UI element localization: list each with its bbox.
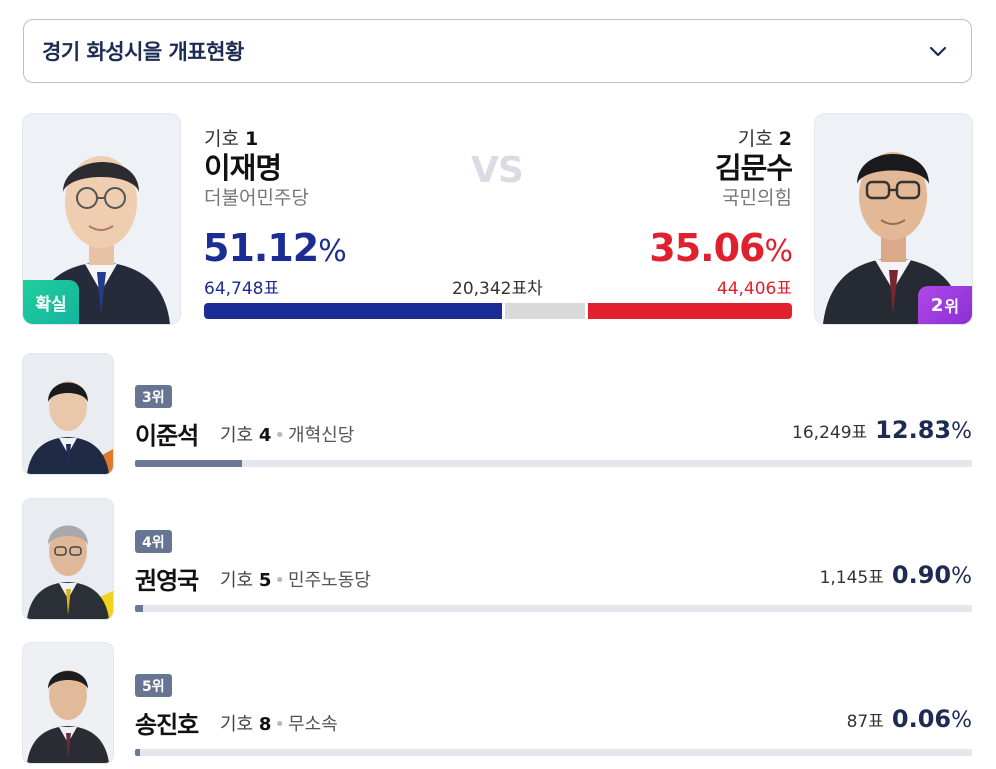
rank-chip: 5위 xyxy=(135,674,172,697)
bar-segment-gap xyxy=(504,303,585,319)
candidate-result: 1,145표 0.90% xyxy=(819,561,972,589)
confirmed-badge: 확실 xyxy=(23,280,79,324)
candidate-photo-right: 2위 xyxy=(815,114,972,324)
candidate-meta: 기호 5 • 민주노동당 xyxy=(220,570,371,591)
candidate-party: 국민의힘 xyxy=(722,187,792,209)
rank-badge: 2위 xyxy=(918,286,972,324)
vote-share-bar xyxy=(135,460,972,467)
candidate-number: 기호 1 xyxy=(204,128,259,150)
candidate-name: 이재명 xyxy=(204,151,282,185)
region-select[interactable]: 경기 화성시을 개표현황 xyxy=(23,19,972,83)
vote-share-bar xyxy=(135,605,972,612)
vote-percentage-right: 35.06% xyxy=(649,226,793,270)
vote-count-left: 64,748표 xyxy=(204,279,280,299)
candidate-name: 이준석 xyxy=(135,422,199,450)
bar-segment-right xyxy=(587,303,792,319)
candidate-photo xyxy=(23,499,113,619)
rank-chip: 4위 xyxy=(135,530,172,553)
candidate-number: 기호 2 xyxy=(737,128,792,150)
candidate-photo xyxy=(23,643,113,763)
head-to-head-bar xyxy=(204,303,792,319)
candidate-photo-left: 확실 xyxy=(23,114,180,324)
candidate-name: 송진호 xyxy=(135,711,199,739)
vote-share-fill xyxy=(135,749,141,756)
vs-label: VS xyxy=(471,150,524,191)
vote-percentage-left: 51.12% xyxy=(203,226,347,270)
candidate-result: 16,249표 12.83% xyxy=(792,416,972,444)
region-label: 경기 화성시을 개표현황 xyxy=(42,40,244,64)
candidate-party: 더불어민주당 xyxy=(204,187,309,209)
vote-count-right: 44,406표 xyxy=(716,279,792,299)
candidate-name: 권영국 xyxy=(135,567,199,595)
vote-share-bar xyxy=(135,749,972,756)
candidate-result: 87표 0.06% xyxy=(846,705,972,733)
vote-share-fill xyxy=(135,460,243,467)
candidate-info-right: 기호 2 김문수 국민의힘 xyxy=(714,124,793,211)
rank-chip: 3위 xyxy=(135,385,172,408)
candidate-row[interactable]: 5위 송진호 기호 8 • 무소속 87표 0.06% xyxy=(23,643,972,763)
candidate-photo xyxy=(23,354,113,474)
candidate-meta: 기호 8 • 무소속 xyxy=(220,714,338,735)
bar-segment-left xyxy=(204,303,502,319)
candidate-row[interactable]: 3위 이준석 기호 4 • 개혁신당 16,249표 12.83% xyxy=(23,354,972,474)
vote-difference: 20,342표차 xyxy=(452,279,543,299)
chevron-down-icon[interactable] xyxy=(927,40,949,62)
candidate-row[interactable]: 4위 권영국 기호 5 • 민주노동당 1,145표 0.90% xyxy=(23,499,972,619)
candidate-meta: 기호 4 • 개혁신당 xyxy=(220,425,355,446)
vote-share-fill xyxy=(135,605,143,612)
candidate-info-left: 기호 1 이재명 더불어민주당 xyxy=(204,124,309,211)
candidate-name: 김문수 xyxy=(714,151,793,185)
